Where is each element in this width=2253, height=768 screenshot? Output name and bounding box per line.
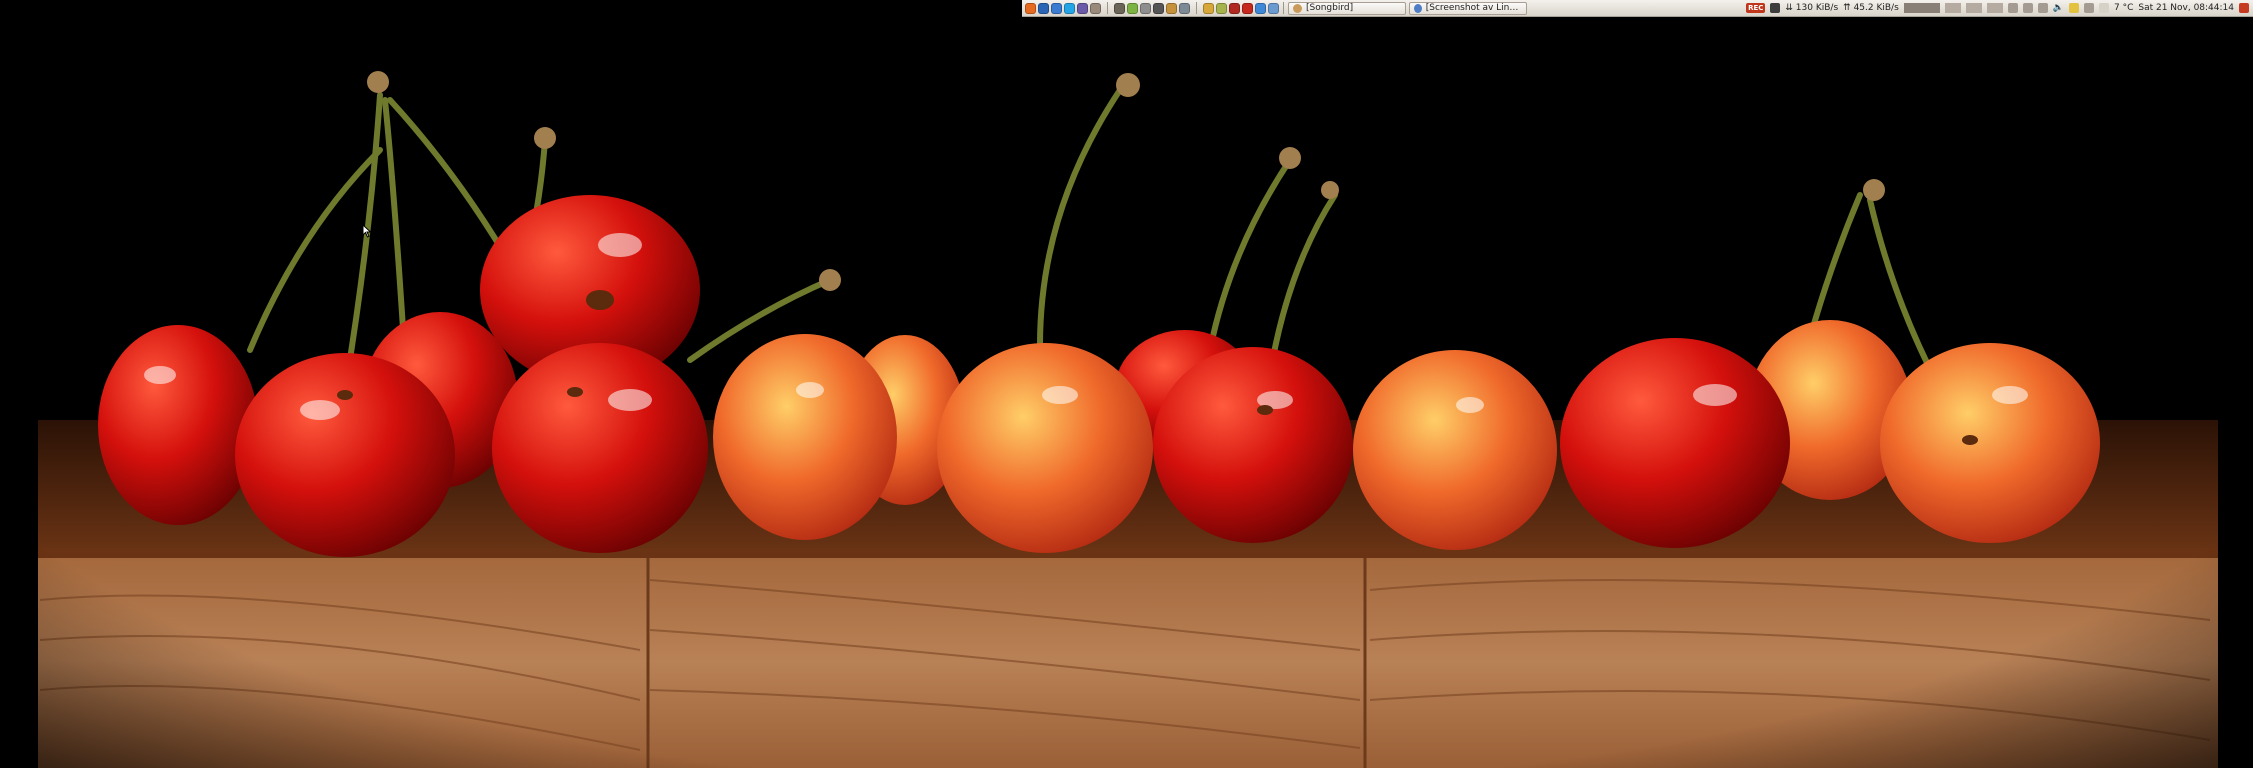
bluetooth-icon[interactable] <box>2007 3 2018 13</box>
mouse-pointer-icon <box>362 224 372 238</box>
panel-separator <box>1196 2 1197 14</box>
cpu-meter[interactable] <box>1903 3 1940 13</box>
download-rate: ⇊ 130 KiB/s <box>1785 3 1838 13</box>
user-icon[interactable] <box>1090 2 1101 14</box>
skype-icon[interactable] <box>1064 2 1075 14</box>
download-arrow-icon: ⇊ <box>1785 3 1793 13</box>
clipboard-icon[interactable] <box>2022 3 2033 13</box>
memory-meter[interactable] <box>1944 3 1961 13</box>
browser-icon[interactable] <box>1268 2 1279 14</box>
desktop-wallpaper <box>0 0 2253 768</box>
video-icon[interactable] <box>1229 2 1240 14</box>
archive-icon[interactable] <box>1166 2 1177 14</box>
firefox-icon[interactable] <box>1025 2 1036 14</box>
window-title: [Screenshot av Linux-d... <box>1425 3 1522 13</box>
taskbar-window-screenshot[interactable]: [Screenshot av Linux-d... <box>1409 1 1527 15</box>
opera-icon[interactable] <box>1242 2 1253 14</box>
network-icon[interactable] <box>1770 3 1781 13</box>
panel-separator <box>1107 2 1108 14</box>
media-icon[interactable] <box>1077 2 1088 14</box>
songbird-icon <box>1293 3 1302 13</box>
thunderbird-icon[interactable] <box>1051 2 1062 14</box>
screenshot-icon <box>1414 3 1422 13</box>
window-title: [Songbird] <box>1306 3 1354 13</box>
recording-badge[interactable]: REC <box>1746 3 1766 13</box>
swap-meter[interactable] <box>1965 3 1982 13</box>
download-rate-value: 130 KiB/s <box>1795 3 1839 13</box>
panel-separator <box>1283 2 1284 14</box>
terminal-icon[interactable] <box>1153 2 1164 14</box>
upload-rate: ⇈ 45.2 KiB/s <box>1843 3 1899 13</box>
settings-icon[interactable] <box>1140 2 1151 14</box>
clock[interactable]: Sat 21 Nov, 08:44:14 <box>2138 3 2234 13</box>
folder-icon[interactable] <box>1203 2 1214 14</box>
chrome-icon[interactable] <box>1255 2 1266 14</box>
upload-arrow-icon: ⇈ <box>1843 3 1851 13</box>
weather-icon[interactable] <box>2098 3 2109 13</box>
globe-icon[interactable] <box>1038 2 1049 14</box>
logout-icon[interactable] <box>2239 3 2249 13</box>
notes-icon[interactable] <box>2068 3 2079 13</box>
power-icon[interactable] <box>2037 3 2048 13</box>
chat-status-icon[interactable] <box>2083 3 2094 13</box>
top-panel: [Songbird] [Screenshot av Linux-d... REC… <box>1022 0 2253 17</box>
taskbar-window-songbird[interactable]: [Songbird] <box>1288 1 1406 15</box>
volume-icon[interactable]: 🔈 <box>2053 3 2064 13</box>
disk-meter[interactable] <box>1986 3 2003 13</box>
temperature[interactable]: 7 °C <box>2114 3 2133 13</box>
system-tray: REC ⇊ 130 KiB/s ⇈ 45.2 KiB/s 🔈 7 °C Sat … <box>1746 3 2253 13</box>
upload-rate-value: 45.2 KiB/s <box>1853 3 1899 13</box>
launcher-bar <box>1025 2 1279 14</box>
chat-icon[interactable] <box>1127 2 1138 14</box>
image-viewer-icon[interactable] <box>1216 2 1227 14</box>
calculator-icon[interactable] <box>1179 2 1190 14</box>
file-manager-icon[interactable] <box>1114 2 1125 14</box>
vignette <box>0 0 2253 768</box>
